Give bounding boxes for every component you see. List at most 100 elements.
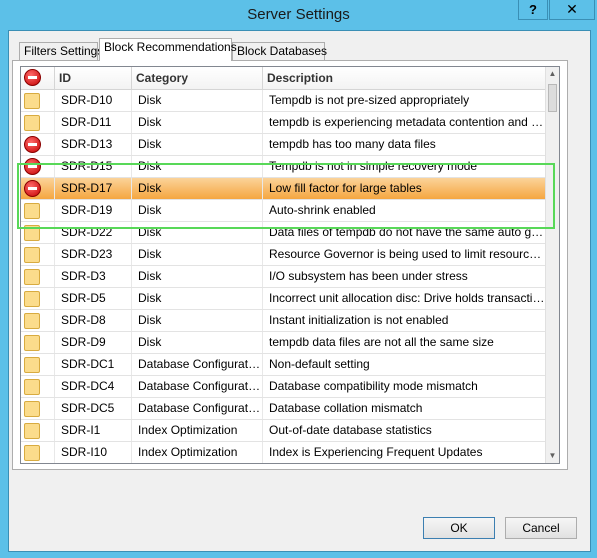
- tab-filters-settings[interactable]: Filters Settings: [19, 42, 103, 60]
- row-category: Disk: [132, 200, 263, 221]
- cancel-button[interactable]: Cancel: [505, 517, 577, 539]
- row-id: SDR-I10: [55, 442, 132, 463]
- row-id: SDR-D3: [55, 266, 132, 287]
- row-category: Disk: [132, 244, 263, 265]
- row-category: Disk: [132, 266, 263, 287]
- folder-icon: [24, 93, 40, 109]
- row-icon-cell: [21, 112, 55, 133]
- row-description: Index is Experiencing Frequent Updates: [269, 445, 483, 459]
- block-recommendations-panel: ID Category Description SDR-D10 Disk Tempd…: [12, 60, 568, 470]
- table-row[interactable]: SDR-D3 Disk I/O subsystem has been under s…: [21, 266, 547, 288]
- table-row[interactable]: SDR-DC1 Database Configuration Non-default…: [21, 354, 547, 376]
- folder-icon: [24, 115, 40, 131]
- row-id: SDR-DC5: [55, 398, 132, 419]
- help-button[interactable]: ?: [518, 0, 548, 20]
- stop-icon: [24, 158, 41, 175]
- table-row[interactable]: SDR-D15 Disk Tempdb is not in simple recov…: [21, 156, 547, 178]
- recommendations-grid: ID Category Description SDR-D10 Disk Tempd…: [20, 66, 560, 464]
- header-description[interactable]: Description: [263, 67, 547, 89]
- row-category: Disk: [132, 310, 263, 331]
- row-category: Index Optimization: [132, 420, 263, 441]
- row-description: I/O subsystem has been under stress: [269, 269, 468, 283]
- folder-icon: [24, 313, 40, 329]
- row-id: SDR-DC4: [55, 376, 132, 397]
- row-id: SDR-D13: [55, 134, 132, 155]
- row-description: Tempdb is not in simple recovery mode: [269, 159, 478, 173]
- folder-icon: [24, 401, 40, 417]
- table-row[interactable]: SDR-D17 Disk Low fill factor for large tab…: [21, 178, 547, 200]
- row-description: Low fill factor for large tables: [269, 181, 422, 195]
- row-description: Non-default setting: [269, 357, 370, 371]
- table-row[interactable]: SDR-D10 Disk Tempdb is not pre-sized appro…: [21, 90, 547, 112]
- tab-block-databases[interactable]: Block Databases: [232, 42, 327, 60]
- row-description: tempdb is experiencing metadata contenti…: [269, 115, 547, 129]
- stop-icon: [24, 136, 41, 153]
- row-icon-cell: [21, 222, 55, 243]
- row-icon-cell: [21, 398, 55, 419]
- scroll-thumb[interactable]: [548, 84, 557, 112]
- row-id: SDR-D17: [55, 178, 132, 199]
- row-id: SDR-D9: [55, 332, 132, 353]
- header-icon-column[interactable]: [21, 67, 55, 89]
- row-category: Disk: [132, 222, 263, 243]
- row-id: SDR-D5: [55, 288, 132, 309]
- folder-icon: [24, 357, 40, 373]
- table-row[interactable]: SDR-DC5 Database Configuration Database co…: [21, 398, 547, 420]
- row-description: Resource Governor is being used to limit…: [269, 247, 547, 261]
- table-row[interactable]: SDR-D9 Disk tempdb data files are not all …: [21, 332, 547, 354]
- close-button[interactable]: ✕: [549, 0, 595, 20]
- table-row[interactable]: SDR-D19 Disk Auto-shrink enabled: [21, 200, 547, 222]
- folder-icon: [24, 247, 40, 263]
- stop-icon: [24, 180, 41, 197]
- title-bar[interactable]: Server Settings ? ✕: [0, 0, 597, 30]
- folder-icon: [24, 203, 40, 219]
- tab-block-recommendations[interactable]: Block Recommendations: [99, 38, 237, 61]
- row-icon-cell: [21, 178, 55, 199]
- row-category: Disk: [132, 178, 263, 199]
- row-id: SDR-D22: [55, 222, 132, 243]
- row-category: Disk: [132, 288, 263, 309]
- row-icon-cell: [21, 200, 55, 221]
- folder-icon: [24, 379, 40, 395]
- table-row[interactable]: SDR-D13 Disk tempdb has too many data file…: [21, 134, 547, 156]
- row-icon-cell: [21, 332, 55, 353]
- table-row[interactable]: SDR-D22 Disk Data files of tempdb do not h…: [21, 222, 547, 244]
- row-category: Disk: [132, 90, 263, 111]
- vertical-scrollbar[interactable]: ▲ ▼: [545, 67, 559, 463]
- row-id: SDR-D23: [55, 244, 132, 265]
- row-category: Disk: [132, 156, 263, 177]
- table-row[interactable]: SDR-DC4 Database Configuration Database co…: [21, 376, 547, 398]
- folder-icon: [24, 423, 40, 439]
- server-settings-window: Server Settings ? ✕ Filters Settings Blo…: [0, 0, 597, 558]
- folder-icon: [24, 335, 40, 351]
- table-row[interactable]: SDR-I1 Index Optimization Out-of-date data…: [21, 420, 547, 442]
- row-id: SDR-D19: [55, 200, 132, 221]
- row-icon-cell: [21, 310, 55, 331]
- header-category[interactable]: Category: [132, 67, 263, 89]
- row-icon-cell: [21, 244, 55, 265]
- table-row[interactable]: SDR-D11 Disk tempdb is experiencing metada…: [21, 112, 547, 134]
- row-description: Incorrect unit allocation disc: Drive ho…: [269, 291, 547, 305]
- stop-icon: [24, 69, 41, 86]
- row-description: Out-of-date database statistics: [269, 423, 432, 437]
- folder-icon: [24, 269, 40, 285]
- row-description: tempdb data files are not all the same s…: [269, 335, 494, 349]
- ok-button[interactable]: OK: [423, 517, 495, 539]
- scroll-up-icon[interactable]: ▲: [546, 67, 559, 81]
- grid-header: ID Category Description: [21, 67, 547, 90]
- row-description: Database compatibility mode mismatch: [269, 379, 478, 393]
- table-row[interactable]: SDR-D8 Disk Instant initialization is not …: [21, 310, 547, 332]
- table-row[interactable]: SDR-D5 Disk Incorrect unit allocation disc…: [21, 288, 547, 310]
- row-category: Index Optimization: [132, 442, 263, 463]
- row-icon-cell: [21, 134, 55, 155]
- row-category: Database Configuration: [132, 354, 263, 375]
- table-row[interactable]: SDR-I10 Index Optimization Index is Experi…: [21, 442, 547, 463]
- header-id[interactable]: ID: [55, 67, 132, 89]
- row-id: SDR-D11: [55, 112, 132, 133]
- row-icon-cell: [21, 266, 55, 287]
- table-row[interactable]: SDR-D23 Disk Resource Governor is being us…: [21, 244, 547, 266]
- row-icon-cell: [21, 354, 55, 375]
- folder-icon: [24, 445, 40, 461]
- scroll-down-icon[interactable]: ▼: [546, 449, 559, 463]
- row-description: Auto-shrink enabled: [269, 203, 376, 217]
